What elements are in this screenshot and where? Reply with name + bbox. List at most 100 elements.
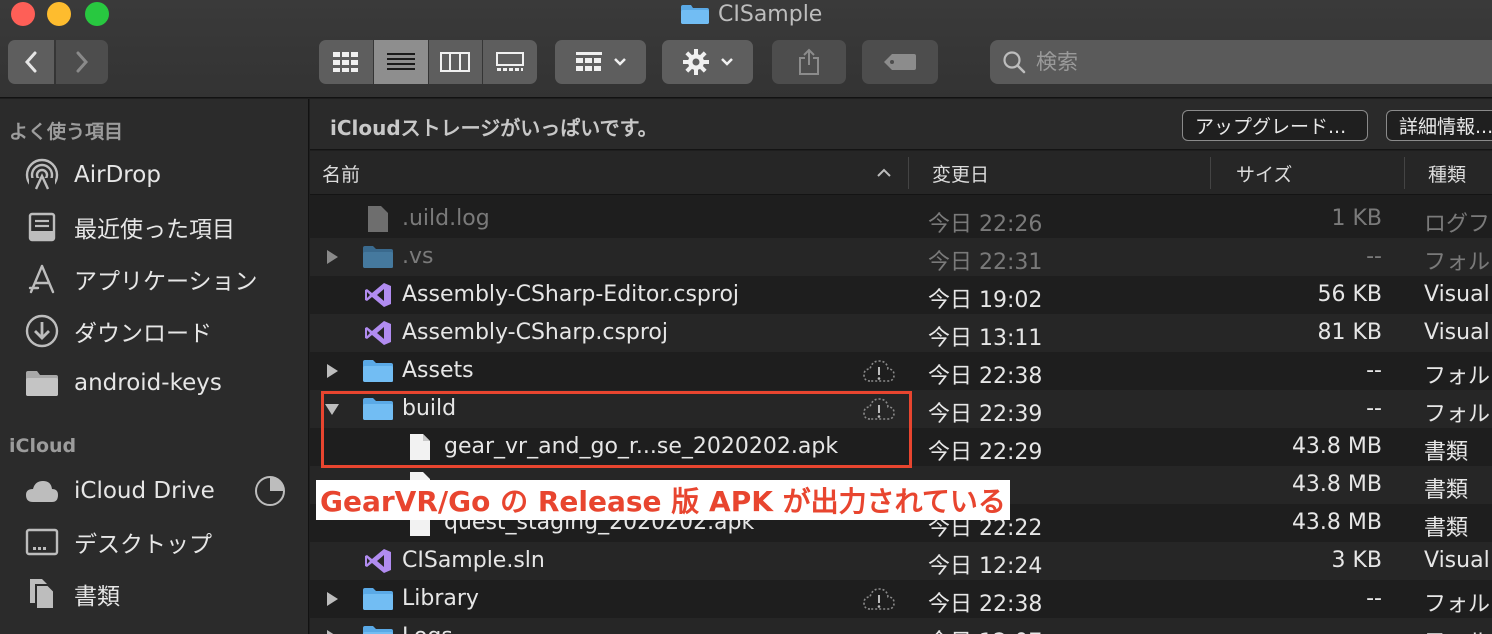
sidebar: よく使う項目 AirDrop 最近使った項目 アプリケーション ダウンロード a… [0,99,309,634]
file-date: 今日 12:24 [928,554,1043,579]
column-divider[interactable] [908,157,909,189]
sidebar-item-label: AirDrop [74,162,161,188]
close-window-button[interactable] [11,2,35,26]
table-row[interactable]: Assembly-CSharp.csproj 今日 13:11 81 KB Vi… [310,314,1492,352]
column-header: 名前 変更日 サイズ 種類 [310,151,1492,195]
column-header-name[interactable]: 名前 [322,151,360,195]
disclosure-triangle-icon[interactable] [324,591,340,607]
tags-button[interactable] [862,40,938,84]
file-size: -- [1366,358,1382,383]
file-date: 今日 22:38 [928,364,1043,389]
file-date: 今日 22:29 [928,440,1043,465]
group-by-button[interactable] [555,40,646,84]
file-size: 56 KB [1317,282,1382,307]
sidebar-item-documents[interactable]: 書類 [24,574,304,614]
file-size: 43.8 MB [1291,472,1382,497]
gear-icon [682,49,709,75]
sidebar-item-recents[interactable]: 最近使った項目 [24,207,304,247]
icon-view-button[interactable] [319,40,373,84]
file-size: -- [1366,624,1382,634]
table-row[interactable]: .vs 今日 22:31 -- フォル [310,238,1492,276]
column-divider[interactable] [1210,157,1211,189]
annotation-label: GearVR/Go の Release 版 APK が出力されている [316,480,1010,520]
search-icon [1003,51,1026,74]
recents-icon [24,209,60,245]
file-kind: Visual [1424,282,1490,307]
window-title: CISample [680,1,822,27]
back-button[interactable] [8,40,54,84]
column-header-size[interactable]: サイズ [1236,151,1292,195]
file-kind: Visual [1424,320,1490,345]
file-size: 1 KB [1331,206,1382,231]
file-name: .vs [402,244,434,269]
sidebar-item-airdrop[interactable]: AirDrop [24,155,304,195]
sidebar-item-android-keys[interactable]: android-keys [24,363,304,403]
minimize-window-button[interactable] [47,2,71,26]
file-size: 81 KB [1317,320,1382,345]
file-kind: ログフ [1424,212,1491,237]
file-size: -- [1366,244,1382,269]
sidebar-item-downloads[interactable]: ダウンロード [24,311,304,351]
window-title-text: CISample [718,1,823,27]
column-divider[interactable] [1404,157,1405,189]
file-kind: フォル [1424,592,1491,617]
file-name: Library [402,586,479,611]
folder-icon [362,242,394,272]
file-name: Logs [402,624,453,634]
forward-button[interactable] [56,40,108,84]
column-header-kind[interactable]: 種類 [1428,151,1466,195]
file-size: 3 KB [1331,548,1382,573]
file-date: 今日 13:11 [928,326,1043,351]
disclosure-triangle-icon[interactable] [324,249,340,265]
window-toolbar: CISample [0,0,1492,98]
file-date: 今日 22:38 [928,592,1043,617]
table-row[interactable]: CISample.sln 今日 12:24 3 KB Visual [310,542,1492,580]
file-kind: フォル [1424,402,1491,427]
file-browser: iCloudストレージがいっぱいです。 アップグレード... 詳細情報... 名… [310,99,1492,634]
upgrade-button[interactable]: アップグレード... [1182,110,1368,141]
list-view-button[interactable] [373,40,428,84]
file-name: .uild.log [402,206,490,231]
gallery-view-button[interactable] [483,40,537,84]
search-input[interactable] [1036,50,1456,74]
sidebar-item-label: 最近使った項目 [74,217,235,243]
chevron-down-icon [613,58,626,66]
file-date: 今日 12:07 [928,624,1042,634]
action-menu-button[interactable] [662,40,753,84]
sidebar-heading-favorites: よく使う項目 [9,121,124,143]
file-size: 43.8 MB [1291,510,1382,535]
highlight-box [321,391,912,468]
table-row[interactable]: Library 今日 22:38 -- フォル [310,580,1492,618]
folder-icon [362,356,394,386]
columns-icon [440,52,471,72]
sidebar-item-applications[interactable]: アプリケーション [24,259,304,299]
gallery-icon [496,52,525,71]
table-row[interactable]: .uild.log 今日 22:26 1 KB ログフ [310,200,1492,238]
icloud-icon [24,473,60,509]
document-icon [362,204,394,234]
desktop-icon [24,524,60,560]
sidebar-item-desktop[interactable]: デスクトップ [24,522,304,562]
table-row[interactable]: Assembly-CSharp-Editor.csproj 今日 19:02 5… [310,276,1492,314]
file-date: 今日 22:39 [928,402,1043,427]
sidebar-item-label: デスクトップ [74,532,212,558]
banner-message: iCloudストレージがいっぱいです。 [330,116,658,140]
zoom-window-button[interactable] [85,2,109,26]
tag-icon [884,54,916,70]
file-size: 43.8 MB [1291,434,1382,459]
file-date: 今日 22:26 [928,212,1043,237]
sidebar-item-label: アプリケーション [74,269,258,295]
sidebar-heading-icloud: iCloud [9,435,77,457]
disclosure-triangle-icon[interactable] [324,629,340,634]
sort-ascending-icon [877,168,891,177]
search-field[interactable] [990,40,1492,84]
visual-studio-icon [362,318,394,348]
details-button[interactable]: 詳細情報... [1386,110,1492,141]
share-button[interactable] [772,40,846,84]
table-row[interactable]: Assets 今日 22:38 -- フォル [310,352,1492,390]
column-header-date[interactable]: 変更日 [932,151,989,195]
column-view-button[interactable] [428,40,483,84]
disclosure-triangle-icon[interactable] [324,363,340,379]
file-kind: Visual [1424,548,1490,573]
table-row[interactable]: Logs 今日 12:07 -- フォル [310,618,1492,634]
